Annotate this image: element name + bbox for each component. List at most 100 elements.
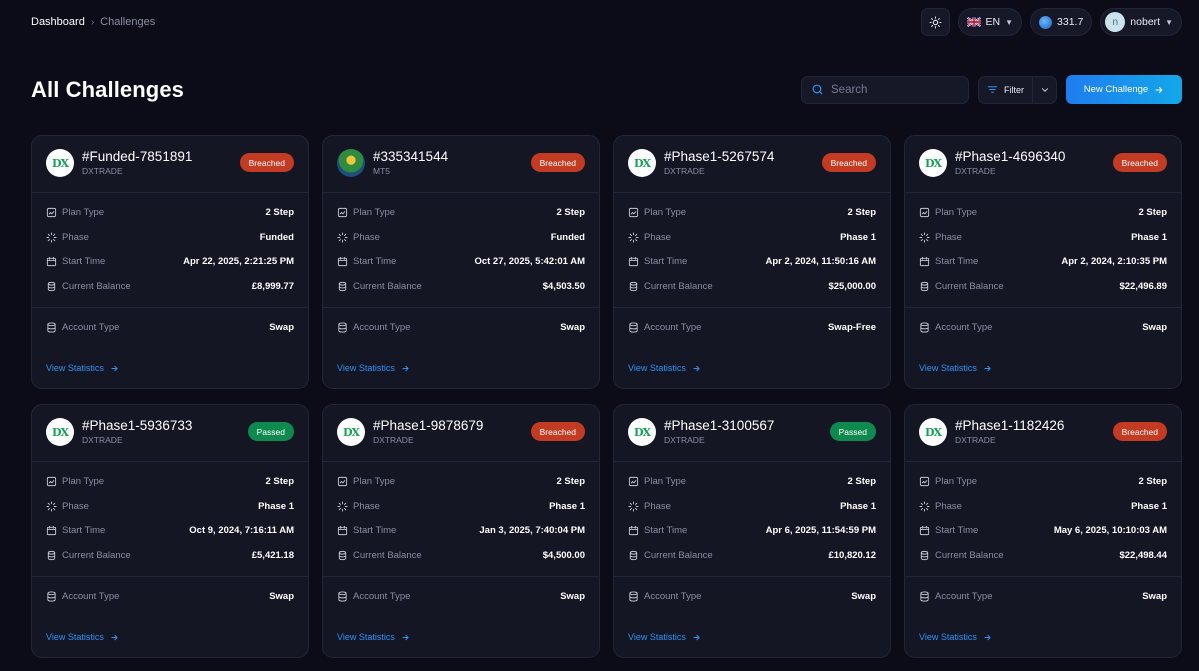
- view-statistics-link[interactable]: View Statistics: [919, 632, 992, 642]
- phase-row: Phase Phase 1: [919, 230, 1167, 244]
- balance-row: Current Balance $25,000.00: [628, 279, 876, 293]
- phase-value: Phase 1: [840, 231, 876, 243]
- phase-value: Funded: [259, 231, 294, 243]
- start-time-value: Jan 3, 2025, 7:40:04 PM: [479, 524, 585, 536]
- account-type-row: Account Type Swap: [919, 589, 1167, 603]
- sun-icon: [929, 16, 941, 28]
- plan-type-value: 2 Step: [847, 206, 876, 218]
- breadcrumb-dashboard-link[interactable]: Dashboard: [31, 16, 85, 28]
- loader-icon: [628, 500, 639, 512]
- account-type-label: Account Type: [62, 321, 120, 333]
- page-title: All Challenges: [31, 76, 184, 102]
- chart-icon: [46, 207, 57, 217]
- account-id: #Phase1-5936733: [82, 418, 193, 433]
- start-time-row: Start Time Apr 2, 2024, 11:50:16 AM: [628, 254, 876, 268]
- status-badge: Breached: [1112, 153, 1167, 172]
- coins-icon: [920, 281, 929, 291]
- plan-type-row: Plan Type 2 Step: [628, 205, 876, 219]
- card-header: DX #Phase1-9878679 DXTRADE Breached: [337, 418, 585, 448]
- card-divider: [614, 461, 890, 462]
- filter-dropdown-toggle[interactable]: [1033, 77, 1056, 103]
- card-header: DX #Phase1-1182426 DXTRADE Breached: [919, 418, 1167, 448]
- account-type-row: Account Type Swap: [46, 320, 294, 334]
- account-id: #Phase1-5267574: [664, 149, 775, 164]
- card-divider: [323, 192, 599, 193]
- status-badge: Passed: [829, 422, 876, 441]
- arrow-right-icon: [402, 365, 409, 371]
- balance-row: Current Balance $4,500.00: [337, 548, 585, 562]
- avatar: n: [1105, 12, 1126, 32]
- status-badge: Passed: [247, 422, 294, 441]
- search-input[interactable]: [831, 83, 951, 96]
- card-divider: [32, 461, 308, 462]
- challenge-card: DX #Phase1-4696340 DXTRADE Breached Plan…: [904, 135, 1182, 389]
- view-statistics-link[interactable]: View Statistics: [46, 632, 119, 642]
- plan-type-label: Plan Type: [62, 206, 105, 218]
- uk-flag-icon: [966, 17, 981, 27]
- view-statistics-link[interactable]: View Statistics: [337, 363, 410, 373]
- balance-row: Current Balance $22,498.44: [919, 548, 1167, 562]
- language-selector[interactable]: EN ▼: [957, 8, 1023, 36]
- user-menu[interactable]: n nobert ▼: [1100, 8, 1182, 36]
- plan-type-value: 2 Step: [847, 475, 876, 487]
- card-divider: [32, 307, 308, 308]
- account-type-value: Swap: [269, 590, 294, 602]
- phase-row: Phase Funded: [46, 230, 294, 244]
- platform-logo: [337, 149, 365, 177]
- database-icon: [920, 590, 929, 602]
- current-balance-label: Current Balance: [644, 280, 713, 292]
- account-id: #Phase1-3100567: [664, 418, 775, 433]
- start-time-row: Start Time Apr 2, 2024, 2:10:35 PM: [919, 254, 1167, 268]
- chevron-down-icon: ▼: [1165, 17, 1173, 27]
- loader-icon: [337, 500, 348, 512]
- account-type-value: Swap: [851, 590, 876, 602]
- account-type-label: Account Type: [353, 321, 411, 333]
- current-balance-label: Current Balance: [644, 549, 713, 561]
- platform-name: DXTRADE: [664, 435, 705, 445]
- database-icon: [629, 590, 638, 602]
- points-balance[interactable]: 331.7: [1030, 8, 1093, 36]
- start-time-label: Start Time: [935, 524, 979, 536]
- database-icon: [338, 321, 347, 333]
- plan-type-label: Plan Type: [935, 475, 978, 487]
- arrow-right-icon: [693, 634, 700, 640]
- card-divider: [614, 576, 890, 577]
- platform-name: DXTRADE: [82, 166, 123, 176]
- filter-button[interactable]: Filter: [979, 77, 1032, 103]
- view-statistics-link[interactable]: View Statistics: [628, 363, 701, 373]
- status-badge: Breached: [821, 153, 876, 172]
- status-badge: Breached: [530, 153, 585, 172]
- platform-name: DXTRADE: [664, 166, 705, 176]
- top-actions: EN ▼ 331.7 n nobert ▼: [920, 8, 1182, 36]
- platform-name: DXTRADE: [373, 435, 414, 445]
- start-time-label: Start Time: [62, 255, 106, 267]
- new-challenge-button[interactable]: New Challenge: [1066, 75, 1182, 104]
- phase-value: Phase 1: [1131, 500, 1167, 512]
- platform-name: DXTRADE: [82, 435, 123, 445]
- plan-type-label: Plan Type: [935, 206, 978, 218]
- view-statistics-label: View Statistics: [337, 632, 395, 642]
- start-time-value: Apr 2, 2024, 2:10:35 PM: [1061, 255, 1167, 267]
- view-statistics-link[interactable]: View Statistics: [628, 632, 701, 642]
- current-balance-label: Current Balance: [62, 280, 131, 292]
- card-divider: [32, 576, 308, 577]
- start-time-row: Start Time Jan 3, 2025, 7:40:04 PM: [337, 523, 585, 537]
- current-balance-value: $22,498.44: [1119, 549, 1167, 561]
- calendar-icon: [628, 256, 639, 266]
- view-statistics-link[interactable]: View Statistics: [919, 363, 992, 373]
- view-statistics-link[interactable]: View Statistics: [46, 363, 119, 373]
- coins-icon: [629, 550, 638, 560]
- calendar-icon: [919, 525, 930, 535]
- start-time-row: Start Time Apr 22, 2025, 2:21:25 PM: [46, 254, 294, 268]
- current-balance-value: £10,820.12: [828, 549, 876, 561]
- view-statistics-link[interactable]: View Statistics: [337, 632, 410, 642]
- database-icon: [920, 321, 929, 333]
- account-type-row: Account Type Swap-Free: [628, 320, 876, 334]
- coins-icon: [338, 550, 347, 560]
- chart-icon: [337, 207, 348, 217]
- search-box[interactable]: [801, 75, 969, 104]
- theme-toggle-button[interactable]: [920, 8, 950, 36]
- plan-type-row: Plan Type 2 Step: [919, 474, 1167, 488]
- plan-type-label: Plan Type: [353, 475, 396, 487]
- phase-label: Phase: [644, 500, 671, 512]
